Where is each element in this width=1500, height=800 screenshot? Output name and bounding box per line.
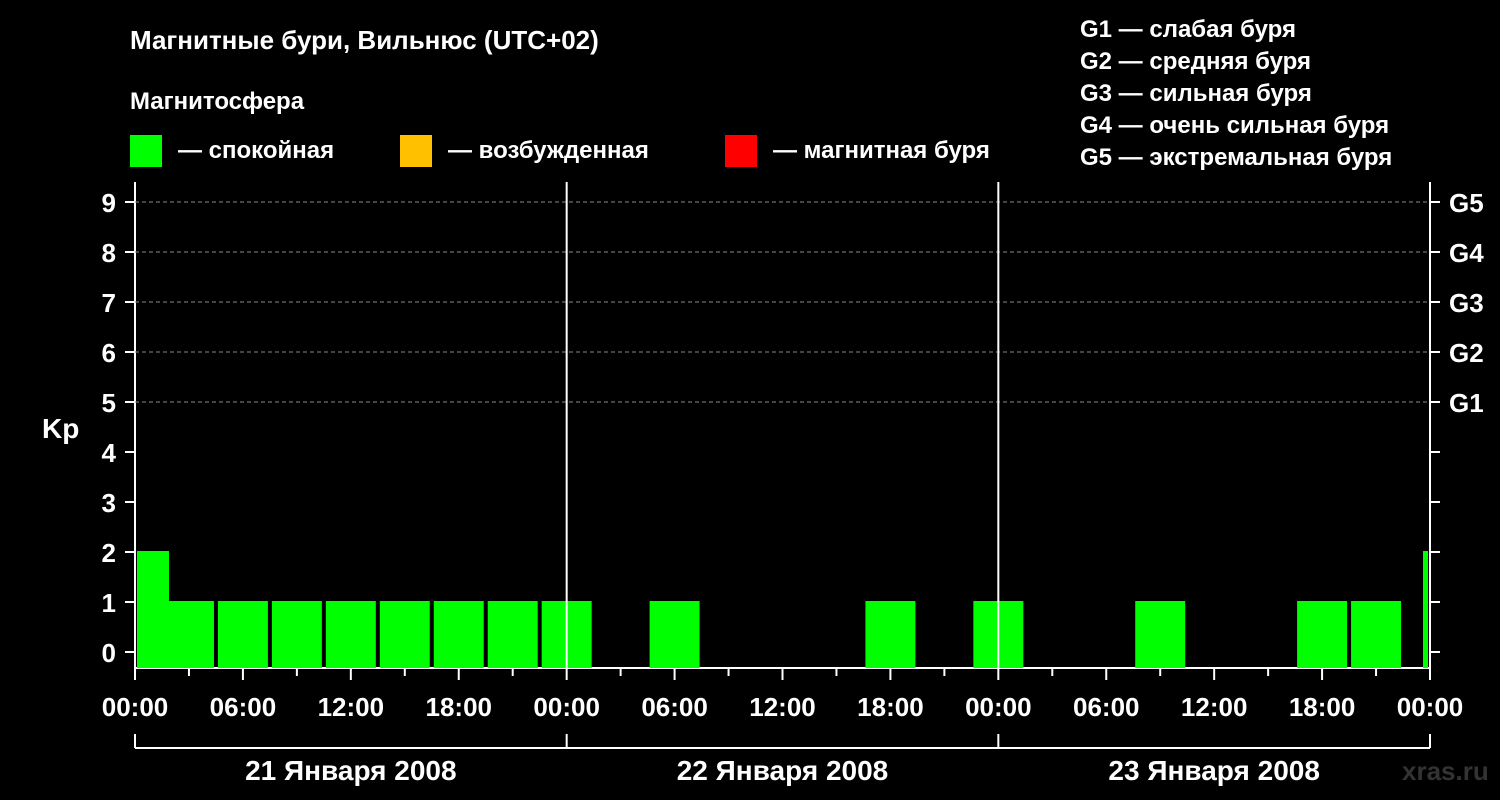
kp-bar: [1423, 551, 1428, 668]
kp-bar: [649, 601, 700, 668]
y-tick-label: 2: [102, 538, 116, 568]
kp-chart: Магнитные бури, Вильнюс (UTC+02) Магнито…: [42, 16, 1489, 786]
y-tick-label: 5: [102, 388, 116, 418]
x-tick-label: 00:00: [102, 692, 169, 722]
kp-bar: [325, 601, 376, 668]
kp-bar: [1297, 601, 1348, 668]
legend: — спокойная — возбужденная — магнитная б…: [130, 135, 990, 167]
x-tick-label: 00:00: [533, 692, 600, 722]
x-tick-label: 18:00: [1289, 692, 1356, 722]
x-tick-label: 12:00: [749, 692, 816, 722]
y-tick-label: 6: [102, 338, 116, 368]
x-tick-label: 06:00: [1073, 692, 1140, 722]
x-tick-label: 12:00: [1181, 692, 1248, 722]
y-tick-label: 0: [102, 638, 116, 668]
kp-bar: [487, 601, 538, 668]
plot-area: 0 1 2 3 4 5 6 7 8 9 G1 G2 G3 G4 G5 00:00 06:00 12:00 18:00…: [102, 182, 1484, 786]
day-label: 21 Января 2008: [245, 755, 457, 786]
x-tick-label: 18:00: [857, 692, 924, 722]
legend-label-storm: — магнитная буря: [773, 137, 990, 164]
y-tick-label: 1: [102, 588, 116, 618]
y-tick-label: 4: [102, 438, 117, 468]
kp-bar: [1351, 601, 1402, 668]
y-tick-label: 8: [102, 238, 116, 268]
y-tick-label: 7: [102, 288, 116, 318]
g-level-label: G3: [1449, 288, 1484, 318]
y-tick-label: 3: [102, 488, 116, 518]
storm-scale-legend: G1 — слабая буря G2 — средняя буря G3 — …: [1080, 16, 1392, 171]
g-level-label: G1: [1449, 388, 1484, 418]
legend-swatch-quiet: [130, 135, 162, 167]
x-tick-label: 18:00: [426, 692, 493, 722]
legend-swatch-storm: [725, 135, 757, 167]
storm-scale-g3: G3 — сильная буря: [1080, 80, 1312, 107]
magnetosphere-label: Магнитосфера: [130, 88, 305, 115]
g-level-label: G5: [1449, 188, 1484, 218]
storm-scale-g2: G2 — средняя буря: [1080, 48, 1311, 75]
day-label: 23 Января 2008: [1108, 755, 1320, 786]
kp-bar: [163, 601, 214, 668]
storm-scale-g5: G5 — экстремальная буря: [1080, 144, 1392, 171]
g-level-label: G4: [1449, 238, 1484, 268]
x-tick-label: 00:00: [1397, 692, 1464, 722]
y-tick-label: 9: [102, 188, 116, 218]
legend-swatch-active: [400, 135, 432, 167]
kp-bar: [865, 601, 916, 668]
kp-bar: [217, 601, 268, 668]
day-label: 22 Января 2008: [677, 755, 889, 786]
kp-bar: [379, 601, 430, 668]
x-tick-label: 06:00: [641, 692, 708, 722]
kp-bar: [271, 601, 322, 668]
storm-scale-g4: G4 — очень сильная буря: [1080, 112, 1389, 139]
x-tick-label: 12:00: [318, 692, 385, 722]
g-level-label: G2: [1449, 338, 1484, 368]
x-tick-label: 06:00: [210, 692, 277, 722]
y-axis-label: Kp: [42, 413, 79, 444]
kp-bar: [433, 601, 484, 668]
watermark: xras.ru: [1402, 756, 1489, 786]
kp-bar: [1135, 601, 1186, 668]
chart-title: Магнитные бури, Вильнюс (UTC+02): [130, 25, 599, 55]
legend-label-active: — возбужденная: [448, 137, 649, 164]
legend-label-quiet: — спокойная: [178, 137, 334, 164]
storm-scale-g1: G1 — слабая буря: [1080, 16, 1296, 43]
x-tick-label: 00:00: [965, 692, 1032, 722]
